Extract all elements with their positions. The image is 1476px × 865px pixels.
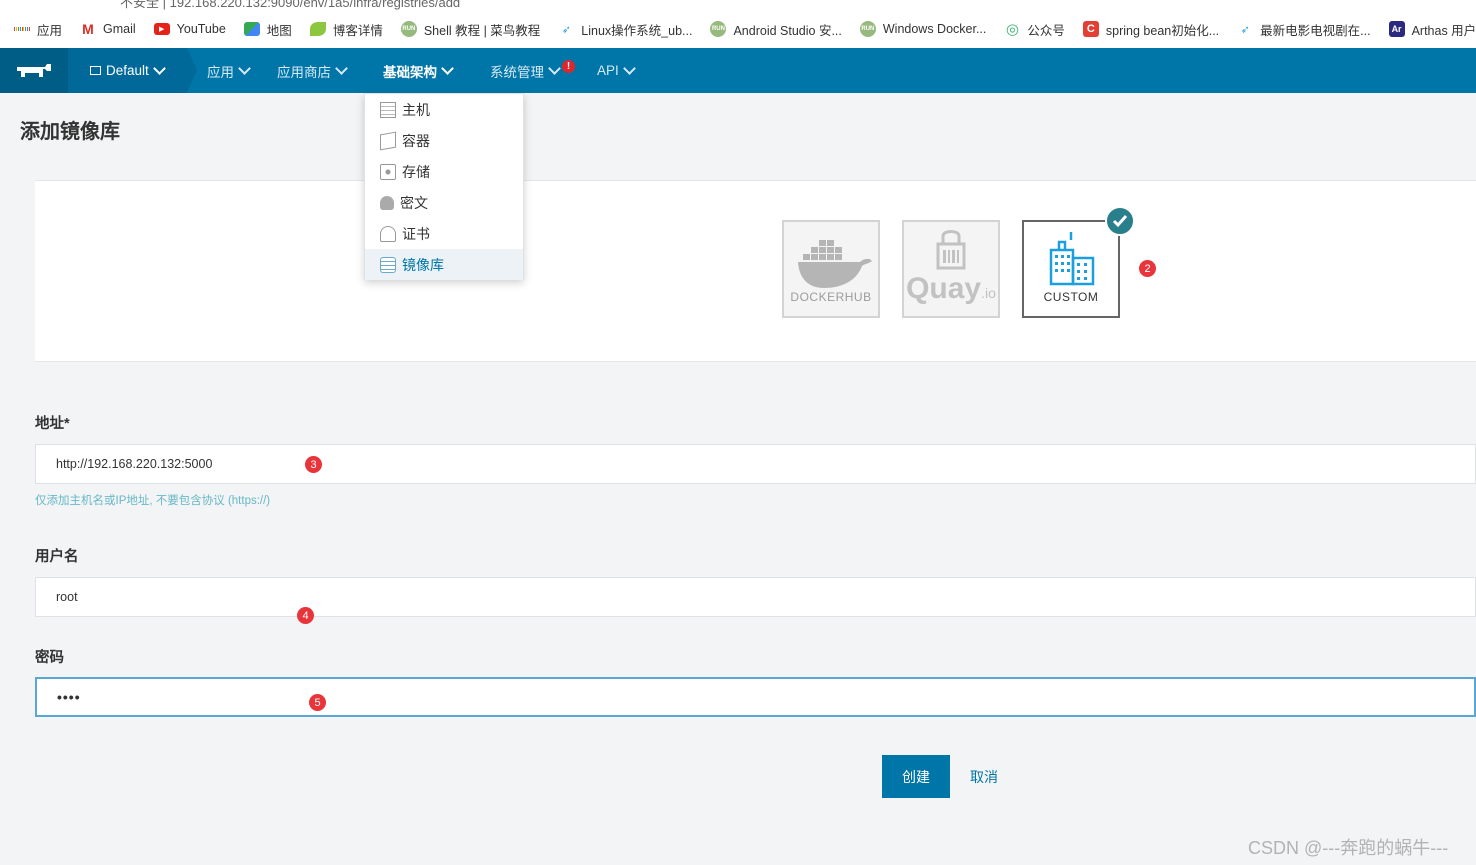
bookmarks-bar: 应用 M Gmail ▶ YouTube 地图 博客详情 RUN Shell 教… <box>0 10 1476 49</box>
nav-admin[interactable]: 系统管理 ! <box>490 48 575 93</box>
maps-icon <box>243 22 260 36</box>
alert-icon: ! <box>562 60 575 73</box>
chevron-down-icon <box>622 61 636 75</box>
custom-label: CUSTOM <box>1043 290 1099 304</box>
registry-option-quay[interactable]: Quay.io <box>902 220 1000 318</box>
nav-infrastructure[interactable]: 基础架构 <box>383 48 454 93</box>
browser-address-bar[interactable]: 不安全 | 192.168.220.132:9090/env/1a5/infra… <box>0 0 1476 10</box>
bookmark-wechat[interactable]: ◎ 公众号 <box>1004 20 1065 39</box>
selected-check-icon <box>1105 206 1135 236</box>
wechat-icon: ◎ <box>1005 21 1019 38</box>
dropdown-item-hosts[interactable]: 主机 <box>365 94 523 125</box>
bookmark-maps[interactable]: 地图 <box>243 20 292 39</box>
registry-option-custom[interactable]: CUSTOM <box>1022 220 1120 318</box>
csdn-icon: C <box>1082 21 1099 37</box>
chevron-down-icon <box>238 61 251 75</box>
registry-option-dockerhub[interactable]: DOCKERHUB <box>782 220 880 318</box>
storage-icon <box>380 163 396 180</box>
quay-suffix: .io <box>981 285 996 301</box>
environment-label: Default <box>106 63 149 78</box>
gmail-icon: M <box>82 21 94 37</box>
bookmark-windows-docker[interactable]: RUN Windows Docker... <box>859 21 986 37</box>
chevron-down-icon <box>335 61 348 75</box>
bookmark-apps[interactable]: 应用 <box>14 20 62 39</box>
environment-icon <box>90 66 101 75</box>
address-help-text: 仅添加主机名或IP地址, 不要包含协议 (https://) <box>35 495 271 507</box>
dropdown-item-certificates[interactable]: 证书 <box>365 218 523 249</box>
arthas-icon: Ar <box>1388 21 1405 37</box>
chevron-down-icon <box>548 61 561 75</box>
secret-icon <box>380 195 394 210</box>
csdn-watermark: CSDN @---奔跑的蜗牛--- <box>1248 838 1449 858</box>
docker-whale-icon <box>798 240 872 288</box>
nav-catalog[interactable]: 应用商店 <box>277 48 348 93</box>
nav-apps[interactable]: 应用 <box>207 48 251 93</box>
address-input[interactable]: http://192.168.220.132:5000 <box>35 444 1476 484</box>
dockerhub-label: DOCKERHUB <box>790 290 872 304</box>
annotation-marker-5: 5 <box>309 694 326 711</box>
dropdown-item-storage[interactable]: 存储 <box>365 156 523 187</box>
registry-icon <box>380 256 396 273</box>
page-title: 添加镜像库 <box>20 121 120 143</box>
nav-api[interactable]: API <box>597 48 636 93</box>
url-text: 不安全 | 192.168.220.132:9090/env/1a5/infra… <box>120 0 461 10</box>
buildings-icon <box>1049 232 1095 286</box>
bookmark-linux[interactable]: ➶ Linux操作系统_ub... <box>558 20 693 39</box>
certificate-icon <box>380 225 396 242</box>
apps-grid-icon <box>14 21 31 37</box>
address-label: 地址* <box>35 416 70 432</box>
environment-switcher[interactable]: Default <box>68 48 197 93</box>
chevron-down-icon <box>441 61 454 75</box>
runoob-icon: RUN <box>710 21 727 37</box>
bookmark-arthas[interactable]: Ar Arthas 用户文 <box>1388 20 1476 39</box>
cancel-button[interactable]: 取消 <box>970 755 998 798</box>
create-button[interactable]: 创建 <box>882 755 950 798</box>
bird-icon: ➶ <box>1240 23 1250 36</box>
dropdown-item-containers[interactable]: 容器 <box>365 125 523 156</box>
bookmark-android-studio[interactable]: RUN Android Studio 安... <box>710 20 842 39</box>
bookmark-spring-bean[interactable]: C spring bean初始化... <box>1082 20 1219 39</box>
username-input[interactable]: root <box>35 577 1476 617</box>
password-input[interactable]: •••• <box>35 677 1476 717</box>
username-label: 用户名 <box>35 549 79 565</box>
bookmark-youtube[interactable]: ▶ YouTube <box>153 22 226 36</box>
host-icon <box>380 101 396 118</box>
bookmark-blog[interactable]: 博客详情 <box>309 20 383 39</box>
bookmark-gmail[interactable]: M Gmail <box>80 21 136 37</box>
dropdown-item-registries[interactable]: 镜像库 <box>365 249 523 280</box>
rancher-cow-icon <box>17 63 51 77</box>
runoob-icon: RUN <box>859 21 876 37</box>
runoob-icon: RUN <box>400 21 417 37</box>
bird-icon: ➶ <box>561 23 571 36</box>
bookmark-shell[interactable]: RUN Shell 教程 | 菜鸟教程 <box>400 20 540 39</box>
annotation-marker-2: 2 <box>1139 260 1156 277</box>
rancher-logo[interactable] <box>0 48 68 93</box>
registry-type-card <box>35 180 1476 362</box>
password-label: 密码 <box>35 650 64 666</box>
quay-label: Quay <box>906 272 982 305</box>
annotation-marker-4: 4 <box>297 607 314 624</box>
bookmark-movies[interactable]: ➶ 最新电影电视剧在... <box>1237 20 1371 39</box>
container-icon <box>380 131 396 150</box>
annotation-marker-3: 3 <box>305 456 322 473</box>
chevron-down-icon <box>152 61 166 75</box>
top-navbar: Default 应用 应用商店 基础架构 系统管理 ! API <box>0 48 1476 93</box>
infrastructure-dropdown-menu: 主机 容器 存储 密文 证书 镜像库 <box>364 93 524 280</box>
leaf-icon <box>309 22 326 36</box>
dropdown-item-secrets[interactable]: 密文 <box>365 187 523 218</box>
youtube-icon: ▶ <box>153 23 170 35</box>
